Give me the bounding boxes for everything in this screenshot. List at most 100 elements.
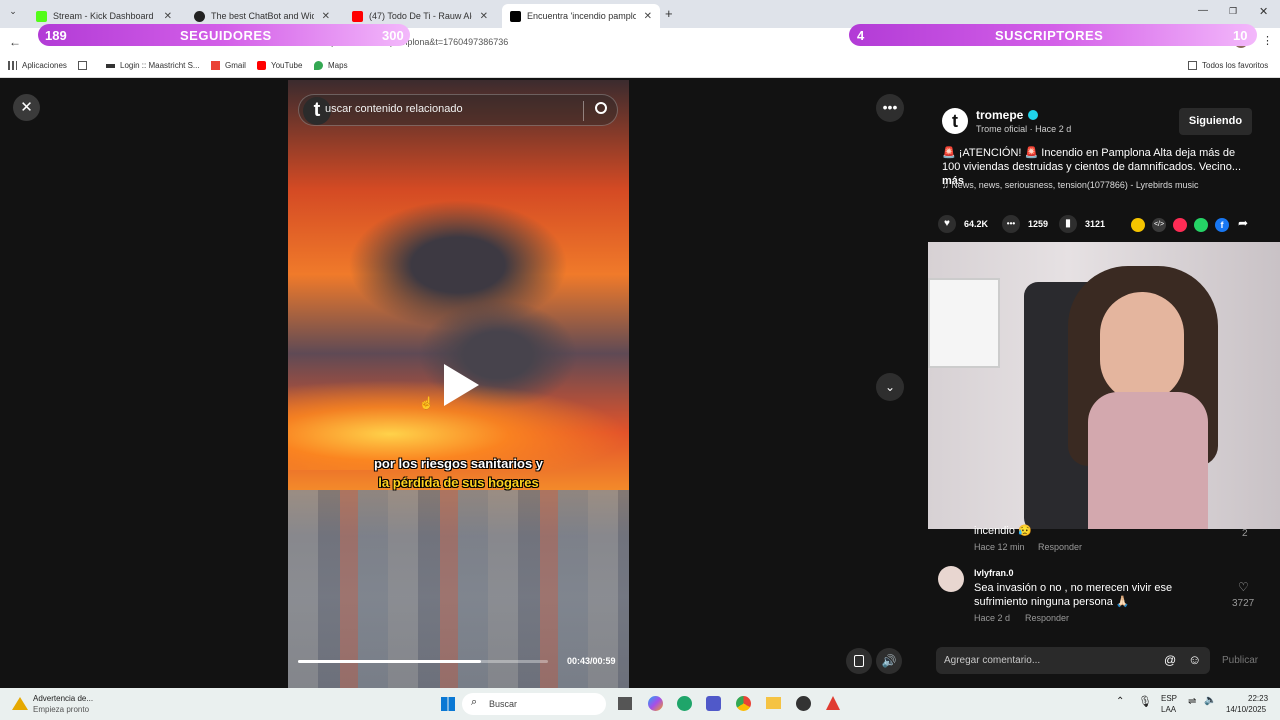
facebook-icon[interactable]: f <box>1215 218 1229 232</box>
tab-search-button[interactable]: ⌄ <box>6 6 20 20</box>
taskbar-search[interactable]: ⌕ Buscar <box>462 693 606 715</box>
speaker-icon[interactable]: 🔈 <box>1204 695 1216 706</box>
volume-button[interactable]: 🔊 <box>876 648 902 674</box>
language-secondary: LAA <box>1161 705 1177 714</box>
comment-like-count[interactable]: 2 <box>1242 528 1248 539</box>
minimize-icon[interactable]: — <box>1198 5 1208 16</box>
close-viewer-button[interactable]: ✕ <box>13 94 40 121</box>
edge-icon[interactable] <box>677 696 692 711</box>
chrome-icon[interactable] <box>736 696 751 711</box>
gmail-icon <box>211 61 220 70</box>
restore-icon[interactable]: ❐ <box>1229 6 1237 17</box>
more-options-button[interactable]: ••• <box>876 94 904 122</box>
music-text: News, news, seriousness, tension(1077866… <box>951 180 1199 190</box>
bookmark-login[interactable]: Login :: Maastricht S... <box>106 61 200 70</box>
subscribers-goal-bar: 4 SUSCRIPTORES 10 <box>849 24 1257 46</box>
folder-icon <box>1188 61 1197 70</box>
comment-button[interactable]: ••• 1259 <box>1002 215 1048 233</box>
author-subtitle: Trome oficial · Hace 2 d <box>976 124 1072 134</box>
embed-icon[interactable]: </> <box>1152 218 1166 232</box>
back-icon[interactable]: ← <box>9 35 21 49</box>
progress-track[interactable] <box>298 660 548 663</box>
comment-input[interactable]: Agregar comentario... @ ☺ <box>936 647 1210 674</box>
tray-chevron-icon[interactable]: ⌃ <box>1116 696 1124 707</box>
bookmark-icon: ▮ <box>1059 215 1077 233</box>
next-video-button[interactable]: ⌄ <box>876 373 904 401</box>
bookmark-grid[interactable] <box>78 61 92 70</box>
network-icon[interactable]: ⇌ <box>1188 696 1196 707</box>
video-caption-line1: por los riesgos sanitarios y <box>373 456 544 471</box>
video-player[interactable]: t uscar contenido relacionado ☝ por los … <box>288 80 629 688</box>
bookmarks-bar: Aplicaciones Login :: Maastricht S... Gm… <box>0 56 1280 78</box>
person-face <box>1100 292 1184 402</box>
play-icon[interactable] <box>444 364 479 406</box>
bookmark-apps[interactable]: Aplicaciones <box>8 61 67 70</box>
notice-title[interactable]: Advertencia de... <box>33 694 93 703</box>
author-name[interactable]: tromepe <box>976 108 1023 122</box>
comment-icon: ••• <box>1002 215 1020 233</box>
bookmark-label: Maps <box>328 61 348 70</box>
tiktok-icon <box>510 10 521 22</box>
copilot-icon[interactable] <box>648 696 663 711</box>
heart-icon[interactable]: ♡ <box>1238 580 1249 594</box>
close-window-icon[interactable]: ✕ <box>1259 5 1268 18</box>
new-tab-icon[interactable]: + <box>665 6 673 21</box>
following-button[interactable]: Siguiendo <box>1179 108 1252 135</box>
related-search-bar[interactable]: t uscar contenido relacionado <box>298 94 618 126</box>
commenter-avatar[interactable] <box>938 566 964 592</box>
mouse-cursor-icon: ☝ <box>419 396 434 410</box>
close-icon[interactable]: ✕ <box>480 11 488 22</box>
mention-icon[interactable]: @ <box>1164 653 1176 667</box>
teams-icon[interactable] <box>706 696 721 711</box>
all-favorites[interactable]: Todos los favoritos <box>1188 61 1268 70</box>
microphone-icon[interactable]: 🎙 <box>1138 695 1152 708</box>
reply-link[interactable]: Responder <box>1038 542 1082 552</box>
file-explorer-icon[interactable] <box>618 697 632 710</box>
like-button[interactable]: ♥ 64.2K <box>938 215 988 233</box>
share-coin-icon[interactable] <box>1131 218 1145 232</box>
commenter-name[interactable]: lvlyfran.0 <box>974 568 1014 578</box>
save-button[interactable]: ▮ 3121 <box>1059 215 1105 233</box>
bookmark-youtube[interactable]: YouTube <box>257 61 302 70</box>
bookmark-maps[interactable]: Maps <box>314 61 348 70</box>
share-arrow-icon[interactable]: ➦ <box>1238 216 1248 230</box>
send-icon[interactable] <box>1173 218 1187 232</box>
clock-time[interactable]: 22:23 <box>1248 694 1268 703</box>
divider <box>583 101 584 121</box>
person-body <box>1088 392 1208 529</box>
pip-icon <box>854 655 864 667</box>
close-icon[interactable]: ✕ <box>644 11 652 22</box>
windows-start-icon[interactable] <box>441 697 455 711</box>
pip-button[interactable] <box>846 648 872 674</box>
post-panel: t tromepe Trome oficial · Hace 2 d Sigui… <box>928 80 1280 688</box>
bookmark-gmail[interactable]: Gmail <box>211 61 246 70</box>
taskbar: Advertencia de... Empieza pronto ⌕ Busca… <box>0 688 1280 720</box>
video-time: 00:43/00:59 <box>567 656 616 666</box>
whiteboard <box>928 278 1000 368</box>
close-icon[interactable]: ✕ <box>164 11 172 22</box>
tab-label: The best ChatBot and Widgets <box>211 11 314 21</box>
author-avatar[interactable]: t <box>942 108 968 134</box>
obs-icon[interactable] <box>796 696 811 711</box>
search-label: Buscar <box>489 699 518 709</box>
search-icon: ⌕ <box>471 696 478 708</box>
notice-subtitle: Empieza pronto <box>33 705 90 714</box>
publish-button[interactable]: Publicar <box>1222 655 1258 666</box>
video-caption-line2: la pérdida de sus hogares <box>378 475 539 490</box>
emoji-icon[interactable]: ☺ <box>1188 652 1201 667</box>
whatsapp-icon[interactable] <box>1194 218 1208 232</box>
app-icon[interactable] <box>826 696 840 710</box>
reply-link[interactable]: Responder <box>1025 613 1069 623</box>
tab-label: (47) Todo De Ti - Rauw Alejandro <box>369 11 472 21</box>
bookmark-label: YouTube <box>271 61 303 70</box>
kebab-menu-icon[interactable]: ⋮ <box>1262 34 1273 47</box>
progress-fill <box>298 660 481 663</box>
search-icon[interactable] <box>595 102 607 114</box>
folder-icon[interactable] <box>766 697 781 709</box>
close-icon[interactable]: ✕ <box>322 11 330 22</box>
webcam-overlay <box>928 242 1280 529</box>
music-row[interactable]: ♫ News, news, seriousness, tension(10778… <box>942 180 1199 190</box>
language-primary[interactable]: ESP <box>1161 694 1177 703</box>
tab-tiktok[interactable]: Encuentra 'incendio pamplona ✕ <box>502 4 660 28</box>
followers-label: SEGUIDORES <box>180 27 272 43</box>
